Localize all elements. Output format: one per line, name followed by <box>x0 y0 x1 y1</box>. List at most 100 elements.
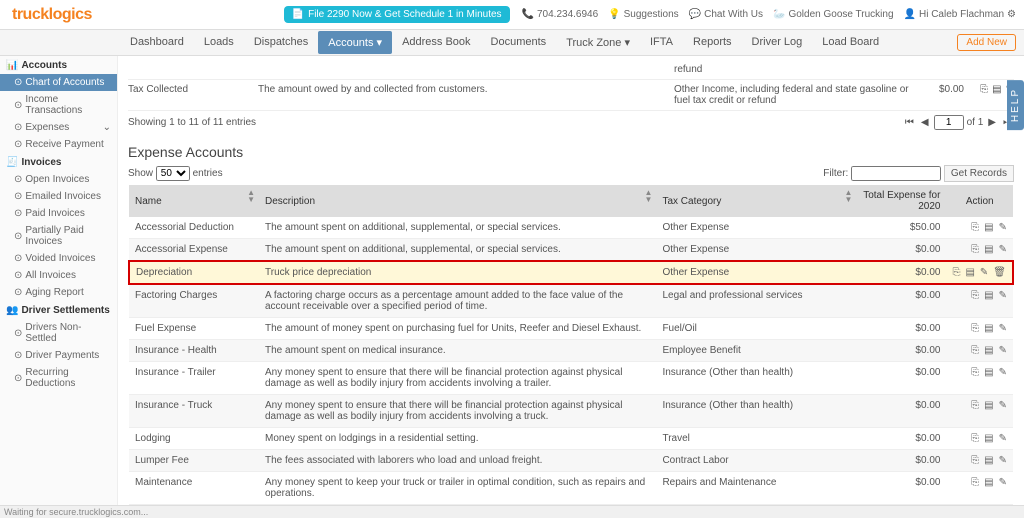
pager-next[interactable]: ▶ <box>986 117 998 128</box>
excel-icon[interactable]: ▤ <box>984 222 993 233</box>
copy-icon[interactable]: ⎘ <box>952 267 960 278</box>
copy-icon[interactable]: ⎘ <box>971 400 979 411</box>
sidebar-item-paid-invoices[interactable]: ⊙Paid Invoices <box>0 205 117 222</box>
edit-icon[interactable]: ✎ <box>999 433 1007 444</box>
copy-icon[interactable]: ⎘ <box>971 323 979 334</box>
row-cat: Legal and professional services <box>656 284 856 318</box>
row-name: Lodging <box>129 428 259 450</box>
sidebar-item-all-invoices[interactable]: ⊙All Invoices <box>0 267 117 284</box>
user-menu[interactable]: 👤 Hi Caleb Flachman ⚙ <box>904 9 1016 20</box>
nav-address-book[interactable]: Address Book <box>392 31 480 54</box>
col-name[interactable]: Name▲▼ <box>129 185 259 217</box>
table-row: MaintenanceAny money spent to keep your … <box>129 472 1013 505</box>
company-link[interactable]: 🦢 Golden Goose Trucking <box>773 9 894 20</box>
add-new-button[interactable]: Add New <box>957 34 1016 51</box>
col-desc[interactable]: Description▲▼ <box>259 185 656 217</box>
table-row: Insurance - TrailerAny money spent to en… <box>129 362 1013 395</box>
excel-icon[interactable]: ▤ <box>984 323 993 334</box>
row-actions: ⎘ ▤ ✎ <box>952 323 1007 334</box>
phone-link[interactable]: 📞 704.234.6946 <box>522 9 599 20</box>
excel-icon[interactable]: ▤ <box>984 455 993 466</box>
sidebar-item-chart-of-accounts[interactable]: ⊙Chart of Accounts <box>0 74 117 91</box>
excel-icon[interactable]: ▤ <box>984 345 993 356</box>
row-name: Accessorial Deduction <box>129 217 259 239</box>
entries-select[interactable]: 50 <box>156 166 190 181</box>
file-icon: 📄 <box>292 9 304 20</box>
excel-icon[interactable]: ▤ <box>965 267 974 278</box>
bulb-icon: 💡 <box>608 9 620 20</box>
copy-icon[interactable]: ⎘ <box>971 345 979 356</box>
circle-icon: ⊙ <box>14 287 22 298</box>
help-tab[interactable]: HELP <box>1007 80 1024 130</box>
edit-icon[interactable]: ✎ <box>999 244 1007 255</box>
settlements-icon: 👥 <box>6 305 18 316</box>
delete-icon[interactable]: 🗑 <box>993 267 1006 278</box>
excel-icon[interactable]: ▤ <box>984 290 993 301</box>
row-total: $0.00 <box>856 472 946 505</box>
copy-icon[interactable]: ⎘ <box>971 433 979 444</box>
edit-icon[interactable]: ✎ <box>999 367 1007 378</box>
logo[interactable]: trucklogics <box>8 6 96 24</box>
sidebar-item-aging-report[interactable]: ⊙Aging Report <box>0 284 117 301</box>
copy-icon[interactable]: ⎘ <box>971 290 979 301</box>
edit-icon[interactable]: ✎ <box>999 400 1007 411</box>
suggestions-link[interactable]: 💡 Suggestions <box>608 9 679 20</box>
excel-icon[interactable]: ▤ <box>984 367 993 378</box>
sidebar-item-drivers-non-settled[interactable]: ⊙Drivers Non-Settled <box>0 319 117 347</box>
sidebar-item-driver-payments[interactable]: ⊙Driver Payments <box>0 347 117 364</box>
edit-icon[interactable]: ✎ <box>999 323 1007 334</box>
copy-icon[interactable]: ⎘ <box>971 477 979 488</box>
gear-icon[interactable]: ⚙ <box>1007 9 1016 20</box>
pager-prev[interactable]: ◀ <box>919 117 931 128</box>
nav-loads[interactable]: Loads <box>194 31 244 54</box>
excel-icon[interactable]: ▤ <box>984 400 993 411</box>
edit-icon[interactable]: ✎ <box>999 290 1007 301</box>
pager-page-input[interactable] <box>934 115 964 130</box>
nav-dispatches[interactable]: Dispatches <box>244 31 318 54</box>
row-name: Lumper Fee <box>129 450 259 472</box>
edit-icon[interactable]: ✎ <box>999 455 1007 466</box>
chat-link[interactable]: 💬 Chat With Us <box>689 9 763 20</box>
sidebar-item-voided-invoices[interactable]: ⊙Voided Invoices <box>0 250 117 267</box>
sidebar-item-income-transactions[interactable]: ⊙Income Transactions <box>0 91 117 119</box>
row-name: Factoring Charges <box>129 284 259 318</box>
excel-icon[interactable]: ▤ <box>984 433 993 444</box>
filter-input[interactable] <box>851 166 941 181</box>
nav-driver-log[interactable]: Driver Log <box>742 31 813 54</box>
edit-icon[interactable]: ✎ <box>999 477 1007 488</box>
copy-icon[interactable]: ⎘ <box>971 222 979 233</box>
promo-button[interactable]: 📄 File 2290 Now & Get Schedule 1 in Minu… <box>284 6 510 23</box>
edit-icon[interactable]: ✎ <box>999 222 1007 233</box>
table-row: Accessorial ExpenseThe amount spent on a… <box>129 239 1013 262</box>
top-header: trucklogics 📄 File 2290 Now & Get Schedu… <box>0 0 1024 30</box>
goose-icon: 🦢 <box>773 9 785 20</box>
sidebar-item-receive-payment[interactable]: ⊙Receive Payment <box>0 136 117 153</box>
phone-number: 704.234.6946 <box>537 9 598 20</box>
nav-dashboard[interactable]: Dashboard <box>120 31 194 54</box>
nav-accounts[interactable]: Accounts ▾ <box>318 31 392 54</box>
excel-icon[interactable]: ▤ <box>992 84 1001 106</box>
sidebar-item-recurring-deductions[interactable]: ⊙Recurring Deductions <box>0 364 117 392</box>
copy-icon[interactable]: ⎘ <box>971 455 979 466</box>
nav-ifta[interactable]: IFTA <box>640 31 683 54</box>
sidebar-item-emailed-invoices[interactable]: ⊙Emailed Invoices <box>0 188 117 205</box>
excel-icon[interactable]: ▤ <box>984 244 993 255</box>
nav-load-board[interactable]: Load Board <box>812 31 889 54</box>
nav-truck-zone[interactable]: Truck Zone ▾ <box>556 31 640 54</box>
edit-icon[interactable]: ✎ <box>980 267 988 278</box>
col-total[interactable]: Total Expense for 2020 <box>856 185 946 217</box>
nav-documents[interactable]: Documents <box>481 31 557 54</box>
edit-icon[interactable]: ✎ <box>999 345 1007 356</box>
col-cat[interactable]: Tax Category▲▼ <box>656 185 856 217</box>
sidebar-item-expenses[interactable]: ⊙Expenses⌄ <box>0 119 117 136</box>
nav-reports[interactable]: Reports <box>683 31 742 54</box>
get-records-button[interactable]: Get Records <box>944 165 1014 182</box>
pager-first[interactable]: ⏮ <box>903 117 916 128</box>
sidebar-item-partially-paid-invoices[interactable]: ⊙Partially Paid Invoices <box>0 222 117 250</box>
status-bar: Waiting for secure.trucklogics.com... <box>0 505 1024 518</box>
sidebar-item-open-invoices[interactable]: ⊙Open Invoices <box>0 171 117 188</box>
copy-icon[interactable]: ⎘ <box>971 367 979 378</box>
copy-icon[interactable]: ⎘ <box>980 84 988 106</box>
excel-icon[interactable]: ▤ <box>984 477 993 488</box>
copy-icon[interactable]: ⎘ <box>971 244 979 255</box>
